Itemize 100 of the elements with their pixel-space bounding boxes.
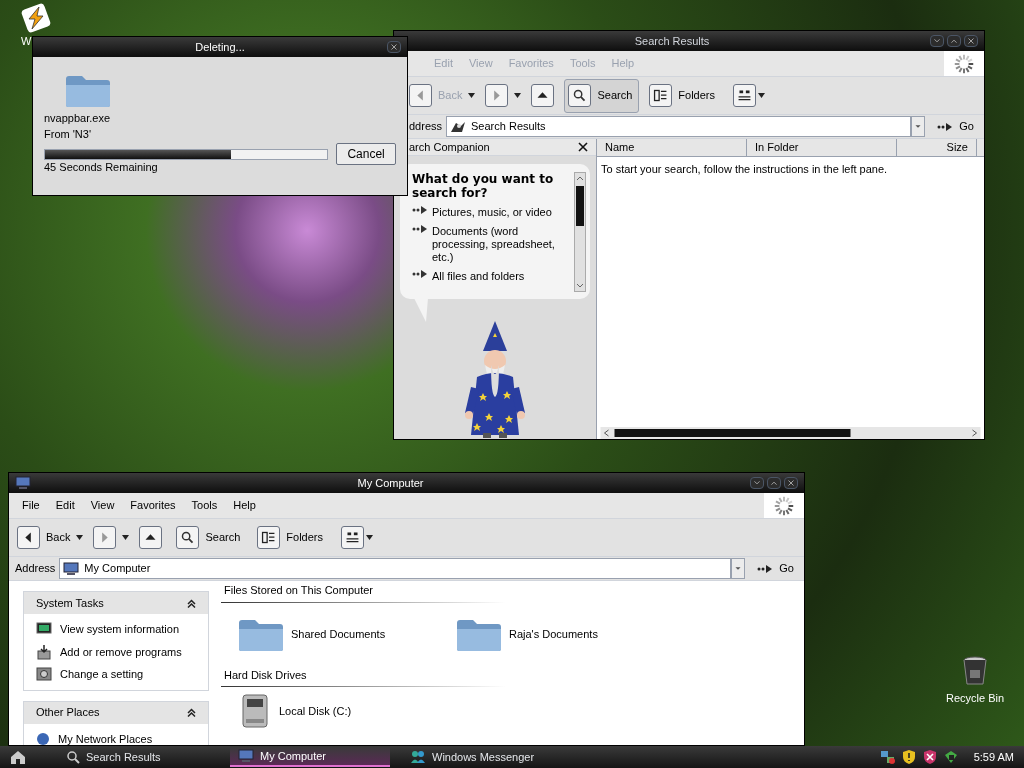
views-icon	[341, 526, 364, 549]
column-header[interactable]: Size	[897, 139, 977, 156]
window-title: Search Results	[633, 33, 711, 49]
minimize-button[interactable]	[930, 35, 944, 47]
empty-message: To start your search, follow the instructions in the left pane.	[600, 162, 889, 177]
home-icon[interactable]	[10, 749, 26, 765]
folder-icon	[64, 73, 112, 109]
panel-header[interactable]: System Tasks	[24, 592, 208, 614]
minimize-button[interactable]	[750, 477, 764, 489]
folders-pane-icon	[257, 526, 281, 549]
computer-icon	[238, 749, 254, 763]
views-button[interactable]	[733, 84, 765, 107]
trash-bin-icon	[962, 656, 988, 686]
installer-icon	[36, 643, 52, 660]
back-button[interactable]: Back	[17, 526, 84, 549]
globe-icon	[36, 731, 50, 745]
pane-title: arch Companion	[409, 139, 490, 155]
menu-item[interactable]: Tools	[183, 497, 226, 514]
double-arrow-icon	[757, 564, 774, 573]
folders-button[interactable]: Folders	[649, 84, 715, 107]
task-link[interactable]: Change a setting	[36, 666, 196, 683]
column-header[interactable]: In Folder	[747, 139, 897, 156]
caret-icon	[468, 93, 476, 98]
panel-header[interactable]: Other Places	[24, 701, 208, 724]
taskbar-button[interactable]: My Computer	[230, 747, 390, 767]
address-label: ddress	[409, 119, 443, 135]
taskbar-button[interactable]: Search Results	[58, 747, 218, 767]
search-button[interactable]: Search	[172, 520, 248, 555]
file-name: nvappbar.exe	[44, 111, 112, 125]
double-arrow-icon	[412, 206, 428, 214]
cancel-button[interactable]: Cancel	[336, 143, 396, 165]
column-header[interactable]: Name	[597, 139, 747, 156]
chevron-icon	[187, 598, 196, 608]
menu-item[interactable]: Favorites	[122, 497, 184, 514]
menu-item[interactable]: Edit	[47, 497, 83, 514]
double-arrow-icon	[937, 122, 954, 131]
address-label: Address	[15, 561, 56, 577]
device-tray-icon[interactable]	[942, 749, 959, 765]
caret-icon	[76, 535, 84, 540]
panel-title: System Tasks	[36, 595, 104, 611]
caret-icon	[514, 93, 522, 98]
menu-item[interactable]: Help	[225, 497, 264, 514]
search-option-link[interactable]: Documents (word processing, spreadsheet, etc.)	[412, 225, 572, 264]
desktop-icon-label: W	[21, 35, 32, 47]
views-icon	[733, 84, 756, 107]
task-link[interactable]: Add or remove programs	[36, 643, 196, 660]
chevron-icon	[187, 708, 196, 717]
close-button[interactable]	[784, 477, 798, 489]
time-remaining: 45 Seconds Remaining	[44, 161, 159, 174]
section-heading: Files Stored on This Computer	[223, 583, 374, 598]
caret-icon	[122, 535, 130, 540]
item-label: Shared Documents	[291, 627, 386, 643]
computer-icon	[15, 476, 31, 490]
maximize-button[interactable]	[947, 35, 961, 47]
double-arrow-icon	[412, 270, 428, 278]
forward-button[interactable]	[93, 526, 130, 549]
task-link[interactable]: View system information	[36, 621, 196, 638]
folders-button[interactable]: Folders	[257, 526, 323, 549]
search-option-link[interactable]: All files and folders	[412, 270, 572, 283]
menu-item[interactable]: File	[14, 497, 48, 514]
question-heading: What do you want to search for?	[412, 172, 555, 200]
double-arrow-icon	[412, 225, 428, 233]
go-button[interactable]: Go	[757, 560, 794, 577]
maximize-button[interactable]	[767, 477, 781, 489]
monitor-icon	[36, 622, 52, 637]
desktop-icon-label: Recycle Bin	[945, 691, 1005, 706]
item-label: Local Disk (C:)	[279, 703, 352, 719]
settings-icon	[36, 667, 52, 682]
dialog-title: Deleting...	[194, 39, 246, 55]
warning-shield-icon[interactable]	[900, 749, 917, 765]
item-label: Raja's Documents	[509, 627, 598, 643]
source-text: From 'N3'	[44, 127, 92, 141]
address-field[interactable]: My Computer	[59, 558, 732, 579]
window-title: My Computer	[356, 475, 425, 491]
taskbar-button[interactable]: Windows Messenger	[402, 747, 562, 767]
folders-pane-icon	[649, 84, 673, 107]
clock: 5:59 AM	[973, 749, 1014, 765]
address-field[interactable]: Search Results	[446, 116, 912, 137]
network-tray-icon[interactable]	[879, 749, 896, 765]
forward-button[interactable]	[485, 84, 522, 107]
up-arrow-button[interactable]	[139, 526, 163, 549]
panel-title: Other Places	[36, 705, 100, 721]
messenger-icon	[410, 750, 426, 764]
caret-icon	[758, 93, 765, 98]
search-icon	[568, 84, 592, 107]
task-link[interactable]: My Network Places	[36, 730, 196, 745]
menu-item[interactable]: View	[82, 497, 123, 514]
search-button[interactable]: Search	[564, 78, 640, 113]
computer-icon	[63, 561, 80, 576]
search-option-link[interactable]: Pictures, music, or video	[412, 206, 572, 219]
section-heading: Hard Disk Drives	[223, 667, 308, 683]
caret-icon	[366, 535, 373, 540]
close-button[interactable]	[387, 41, 401, 53]
search-icon	[176, 526, 200, 549]
close-button[interactable]	[964, 35, 978, 47]
security-shield-icon[interactable]	[921, 749, 938, 765]
go-button[interactable]: Go	[937, 118, 974, 135]
views-button[interactable]	[341, 526, 373, 549]
up-arrow-button[interactable]	[531, 84, 555, 107]
close-button[interactable]	[578, 142, 588, 152]
